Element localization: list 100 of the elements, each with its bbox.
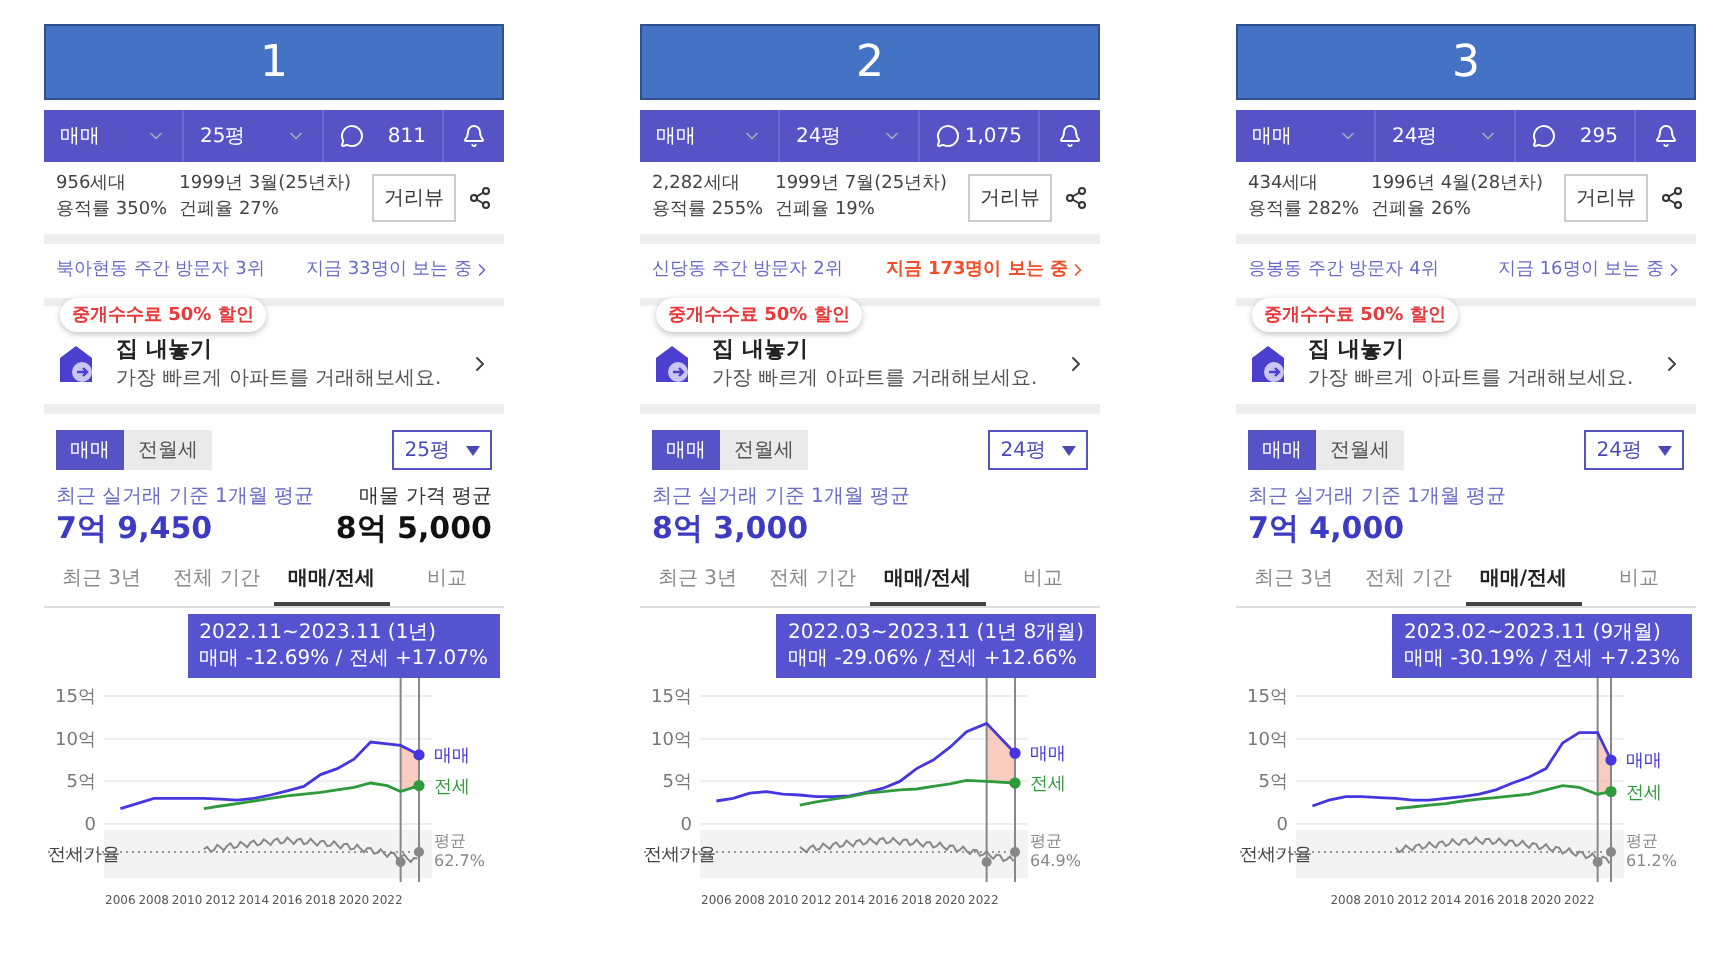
promo-subtitle: 가장 빠르게 아파트를 거래해보세요. <box>1308 366 1636 392</box>
share-icon[interactable] <box>468 186 492 210</box>
size-dropdown[interactable]: 25평 <box>184 110 324 162</box>
trade-type-dropdown[interactable]: 매매 <box>44 110 184 162</box>
promo-title: 집 내놓기 <box>712 334 810 364</box>
tooltip-change: 매매 -30.19% / 전세 +7.23% <box>1404 646 1680 672</box>
panel-number: 2 <box>856 37 884 87</box>
chart-tab[interactable]: 최근 3년 <box>44 556 159 606</box>
households-text: 956세대 <box>56 172 129 198</box>
visitor-rank-text: 신당동 주간 방문자 2위 <box>652 258 843 282</box>
chart-tab[interactable]: 최근 3년 <box>640 556 755 606</box>
chart-tab[interactable]: 최근 3년 <box>1236 556 1351 606</box>
y-tick-label: 10억 <box>651 730 692 751</box>
watching-now-link[interactable]: 지금 33명이 보는 중 <box>305 256 492 282</box>
chart-tab[interactable]: 비교 <box>985 556 1100 606</box>
deal-type-toggle[interactable]: 매매 <box>1248 430 1316 470</box>
watching-now-link[interactable]: 지금 173명이 보는 중 <box>885 256 1088 282</box>
average-price: 8억 3,000 <box>652 510 809 548</box>
caret-icon <box>1658 445 1672 455</box>
y-tick-label: 10억 <box>55 730 96 751</box>
households-text: 434세대 <box>1248 172 1321 198</box>
change-range-fill <box>986 723 1015 784</box>
promo-subtitle: 가장 빠르게 아파트를 거래해보세요. <box>116 366 444 392</box>
series-label: 전세 <box>434 777 470 798</box>
street-view-button[interactable]: 거리뷰 <box>968 174 1052 222</box>
series-label: 매매 <box>434 746 470 767</box>
promo-title: 집 내놓기 <box>1308 334 1406 364</box>
street-view-button[interactable]: 거리뷰 <box>372 174 456 222</box>
average-ratio: 61.2% <box>1626 852 1677 870</box>
floor-area-ratio-text: 용적률 350% <box>56 198 168 224</box>
tooltip-change: 매매 -29.06% / 전세 +12.66% <box>788 646 1079 672</box>
size-dropdown[interactable]: 24평 <box>780 110 920 162</box>
watching-now-link[interactable]: 지금 16명이 보는 중 <box>1497 256 1684 282</box>
average-price: 7억 9,450 <box>56 510 213 548</box>
deal-type-toggle[interactable]: 매매 <box>56 430 124 470</box>
average-price-label: 최근 실거래 기준 1개월 평균 <box>56 484 315 510</box>
average-price-label: 최근 실거래 기준 1개월 평균 <box>1248 484 1507 510</box>
deal-type-toggle[interactable]: 전월세 <box>1316 430 1404 470</box>
chart-tab[interactable]: 비교 <box>389 556 504 606</box>
visitor-rank-text: 북아현동 주간 방문자 3위 <box>56 258 265 282</box>
chart-tab[interactable]: 매매/전세 <box>870 556 985 606</box>
series-label: 매매 <box>1626 752 1662 772</box>
built-date-text: 1996년 4월(28년차) <box>1371 172 1544 198</box>
deal-type-toggle[interactable]: 전월세 <box>720 430 808 470</box>
comments-button[interactable]: 295 <box>1516 110 1636 162</box>
deal-type-toggle[interactable]: 매매 <box>652 430 720 470</box>
y-tick-label: 0 <box>1276 816 1288 836</box>
street-view-button[interactable]: 거리뷰 <box>1564 174 1648 222</box>
average-label: 평균 <box>1030 832 1062 850</box>
discount-badge: 중개수수료 50% 할인 <box>60 298 266 332</box>
average-ratio: 62.7% <box>434 852 485 870</box>
size-select[interactable]: 24평 <box>988 430 1088 470</box>
chart-tab[interactable]: 매매/전세 <box>1466 556 1581 606</box>
average-price: 7억 4,000 <box>1248 510 1405 548</box>
speech-bubble-icon <box>340 124 364 148</box>
coverage-ratio-text: 건폐율 19% <box>775 198 877 224</box>
y-tick-label: 5억 <box>662 773 692 794</box>
promo-subtitle: 가장 빠르게 아파트를 거래해보세요. <box>712 366 1040 392</box>
trade-type-dropdown[interactable]: 매매 <box>1236 110 1376 162</box>
households-text: 2,282세대 <box>652 172 742 198</box>
coverage-ratio-text: 건폐율 26% <box>1371 198 1473 224</box>
y-tick-label: 5억 <box>1258 773 1288 794</box>
listing-average-price: 8억 5,000 <box>335 510 492 548</box>
chart-tab[interactable]: 전체 기간 <box>159 556 274 606</box>
floor-area-ratio-text: 용적률 255% <box>652 198 764 224</box>
average-ratio: 64.9% <box>1030 852 1081 870</box>
panel-number: 3 <box>1452 37 1480 87</box>
comments-button[interactable]: 811 <box>324 110 444 162</box>
tooltip-change: 매매 -12.69% / 전세 +17.07% <box>199 646 488 672</box>
chart-tab[interactable]: 전체 기간 <box>1351 556 1466 606</box>
chart-tab[interactable]: 전체 기간 <box>755 556 870 606</box>
average-label: 평균 <box>1626 832 1658 850</box>
series-label: 매매 <box>1030 745 1066 766</box>
built-date-text: 1999년 3월(25년차) <box>179 172 352 198</box>
panel-number: 1 <box>260 37 288 87</box>
bell-icon <box>1654 124 1678 148</box>
discount-badge: 중개수수료 50% 할인 <box>1252 298 1458 332</box>
size-select[interactable]: 24평 <box>1584 430 1684 470</box>
trade-type-dropdown[interactable]: 매매 <box>640 110 780 162</box>
chart-tab[interactable]: 비교 <box>1581 556 1696 606</box>
comments-button[interactable]: 1,075 <box>920 110 1040 162</box>
y-tick-label: 10억 <box>1247 730 1288 751</box>
built-date-text: 1999년 7월(25년차) <box>775 172 948 198</box>
size-select[interactable]: 25평 <box>392 430 492 470</box>
series-label: 전세 <box>1626 783 1662 804</box>
average-label: 평균 <box>434 832 466 850</box>
bell-icon <box>1058 124 1082 148</box>
speech-bubble-icon <box>1532 124 1556 148</box>
caret-icon <box>466 445 480 455</box>
discount-badge: 중개수수료 50% 할인 <box>656 298 862 332</box>
share-icon[interactable] <box>1660 186 1684 210</box>
deal-type-toggle[interactable]: 전월세 <box>124 430 212 470</box>
share-icon[interactable] <box>1064 186 1088 210</box>
visitor-rank-text: 응봉동 주간 방문자 4위 <box>1248 258 1439 282</box>
tooltip-period: 2022.11~2023.11 (1년) <box>199 620 439 646</box>
caret-icon <box>1062 445 1076 455</box>
ratio-label: 전세가율 <box>48 846 120 866</box>
y-tick-label: 15억 <box>55 688 96 708</box>
chart-tab[interactable]: 매매/전세 <box>274 556 389 606</box>
size-dropdown[interactable]: 24평 <box>1376 110 1516 162</box>
